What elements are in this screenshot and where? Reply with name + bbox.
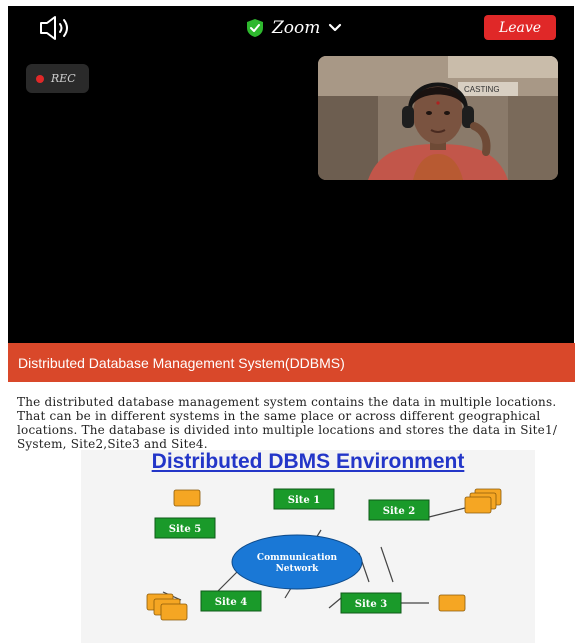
ddbms-diagram: Distributed DBMS Environment Communicati… bbox=[81, 450, 535, 643]
meeting-title: Zoom bbox=[272, 18, 321, 38]
leave-button[interactable]: Leave bbox=[484, 15, 556, 40]
slide-content: The distributed database management syst… bbox=[8, 382, 575, 643]
recording-badge: REC bbox=[26, 64, 89, 93]
database-icon bbox=[173, 489, 201, 507]
recording-dot bbox=[36, 74, 44, 83]
participant-video: CASTING bbox=[318, 56, 558, 180]
zoom-meeting-area: Zoom Leave REC CASTING bbox=[0, 0, 575, 343]
site-4-node: Site 4 bbox=[200, 590, 262, 612]
wall-sign-text: CASTING bbox=[464, 85, 500, 94]
network-label-line2: Network bbox=[276, 564, 320, 574]
site-3-node: Site 3 bbox=[340, 592, 402, 614]
site-5-label: Site 5 bbox=[169, 524, 201, 535]
database-icon bbox=[146, 593, 188, 621]
diagram-graphic: Communication Network Site 1 Site 2 Site… bbox=[146, 488, 502, 621]
site-1-node: Site 1 bbox=[273, 488, 335, 510]
chevron-down-icon bbox=[329, 23, 342, 32]
database-icon bbox=[438, 594, 466, 612]
site-5-node: Site 5 bbox=[154, 517, 216, 539]
site-1-label: Site 1 bbox=[288, 495, 320, 506]
recording-label: REC bbox=[51, 72, 76, 85]
site-3-label: Site 3 bbox=[355, 599, 387, 610]
participant-video-tile[interactable]: CASTING bbox=[318, 56, 558, 180]
site-4-label: Site 4 bbox=[215, 597, 247, 608]
network-label-line1: Communication bbox=[257, 553, 338, 563]
slide-header: Distributed Database Management System(D… bbox=[8, 343, 575, 382]
database-icon bbox=[464, 488, 502, 514]
site-2-label: Site 2 bbox=[383, 506, 415, 517]
meeting-title-dropdown[interactable]: Zoom bbox=[246, 15, 342, 41]
speaker-button[interactable] bbox=[38, 14, 78, 42]
slide-paragraph: The distributed database management syst… bbox=[17, 395, 558, 451]
site-2-node: Site 2 bbox=[368, 499, 430, 521]
shield-check-icon bbox=[247, 19, 263, 37]
speaker-icon bbox=[40, 16, 68, 40]
